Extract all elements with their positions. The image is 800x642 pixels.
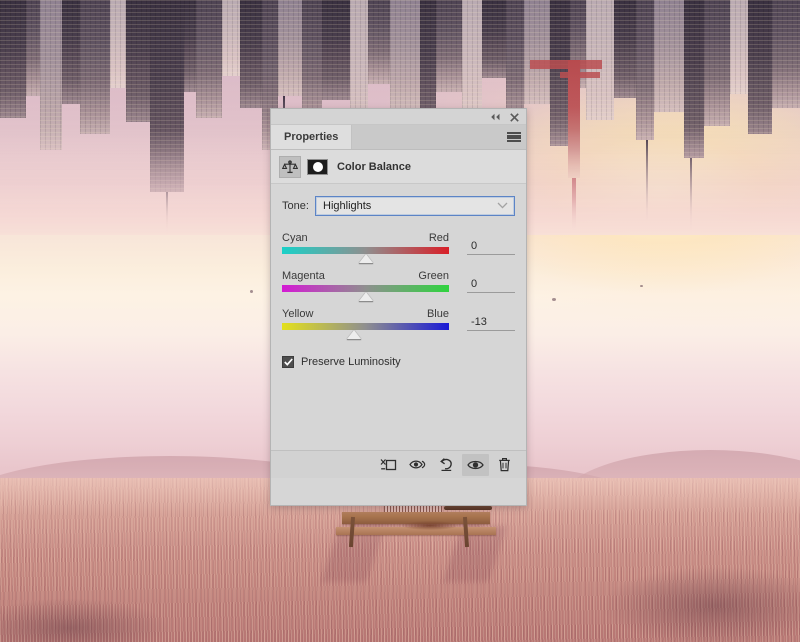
chevron-down-icon [497, 200, 508, 212]
slider-right-label: Green [418, 270, 449, 282]
trash-icon [498, 457, 511, 472]
color-balance-scales-icon[interactable] [279, 155, 301, 178]
view-previous-state-icon [408, 458, 427, 471]
dust-speck [552, 298, 556, 301]
tone-select[interactable]: Highlights [315, 196, 515, 216]
tone-select-value: Highlights [323, 200, 372, 212]
tab-properties[interactable]: Properties [271, 125, 353, 149]
slider-right-label: Red [428, 232, 449, 244]
clip-to-layer-button[interactable] [375, 454, 402, 476]
collapse-to-icons-icon[interactable] [486, 109, 504, 125]
slider-labels: Magenta Green [282, 270, 449, 282]
slider-track[interactable] [282, 323, 449, 330]
slider-track-wrap[interactable] [282, 323, 449, 340]
slider-cyan-red: Cyan Red 0 [282, 232, 515, 266]
tab-properties-label: Properties [284, 131, 339, 143]
slider-thumb[interactable] [346, 330, 361, 340]
slider-value-input[interactable]: -13 [467, 316, 515, 331]
clip-to-layer-icon [380, 458, 397, 472]
slider-track-wrap[interactable] [282, 247, 449, 264]
screenshot-canvas: Properties Color Balance Tone: Highlight… [0, 0, 800, 642]
wooden-easel [336, 505, 496, 557]
tone-row: Tone: Highlights [282, 196, 515, 216]
slider-thumb[interactable] [358, 254, 373, 264]
eye-icon [467, 459, 484, 471]
layer-mask-thumbnail-icon[interactable] [307, 158, 328, 175]
view-previous-state-button[interactable] [404, 454, 431, 476]
slider-track-wrap[interactable] [282, 285, 449, 302]
adjustment-header: Color Balance [271, 150, 526, 184]
panel-topbar [271, 109, 526, 125]
reset-icon [439, 457, 454, 472]
preserve-luminosity-row[interactable]: Preserve Luminosity [282, 356, 515, 368]
slider-left-label: Magenta [282, 270, 325, 282]
delete-layer-button[interactable] [491, 454, 518, 476]
slider-track[interactable] [282, 247, 449, 254]
panel-body: Tone: Highlights Cyan Red 0 Magenta Green 0 Ye… [271, 184, 526, 478]
slider-labels: Cyan Red [282, 232, 449, 244]
tone-label: Tone: [282, 200, 309, 212]
properties-panel[interactable]: Properties Color Balance Tone: Highlight… [270, 108, 527, 506]
dust-speck [250, 290, 253, 293]
slider-yellow-blue: Yellow Blue -13 [282, 308, 515, 342]
slider-left-label: Yellow [282, 308, 314, 320]
slider-value-input[interactable]: 0 [467, 278, 515, 293]
slider-track[interactable] [282, 285, 449, 292]
preserve-luminosity-checkbox[interactable] [282, 356, 294, 368]
close-icon[interactable] [505, 109, 523, 125]
slider-thumb[interactable] [358, 292, 373, 302]
panel-menu-icon[interactable] [506, 130, 522, 144]
slider-value-input[interactable]: 0 [467, 240, 515, 255]
slider-labels: Yellow Blue [282, 308, 449, 320]
slider-magenta-green: Magenta Green 0 [282, 270, 515, 304]
reset-button[interactable] [433, 454, 460, 476]
adjustment-title: Color Balance [337, 160, 411, 173]
panel-tab-row: Properties [271, 125, 526, 150]
preserve-luminosity-label: Preserve Luminosity [301, 356, 401, 368]
color-sliders: Cyan Red 0 Magenta Green 0 Yellow Blue -13 [282, 232, 515, 342]
panel-footer-toolbar [271, 450, 526, 478]
slider-left-label: Cyan [282, 232, 308, 244]
dust-speck [640, 285, 643, 287]
toggle-visibility-button[interactable] [462, 453, 489, 476]
slider-right-label: Blue [426, 308, 449, 320]
